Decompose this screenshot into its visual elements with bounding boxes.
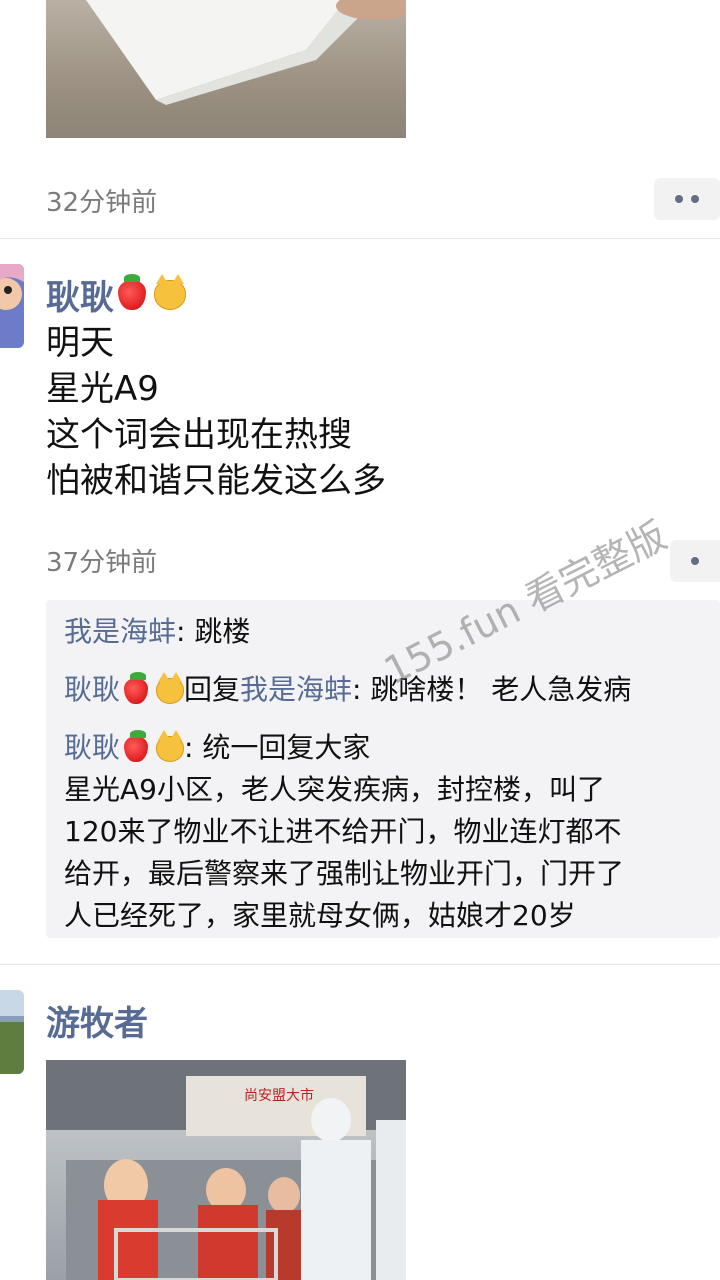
more-button[interactable] — [670, 540, 720, 582]
cat-emoji-icon — [154, 273, 186, 310]
comment-item[interactable]: 耿耿 回复我是海蚌: 跳啥楼！ 老人急发病 — [64, 670, 631, 710]
cat-emoji-icon — [156, 730, 185, 762]
divider — [0, 964, 720, 965]
sign-text: 尚安盟大市 — [244, 1087, 314, 1104]
comment-author[interactable]: 耿耿 — [64, 731, 120, 764]
comment-text: : 跳楼 — [176, 615, 251, 648]
post-image-3[interactable]: 尚安盟大市 — [46, 1060, 406, 1280]
avatar[interactable] — [0, 264, 24, 348]
post-timestamp: 37分钟前 — [46, 548, 158, 578]
post-text-line: 这个词会出现在热搜 — [46, 415, 352, 455]
reply-label: 回复 — [184, 673, 241, 706]
post-timestamp: 32分钟前 — [46, 188, 158, 218]
comment-text-line: 给开，最后警察来了强制让物业开门，门开了 — [64, 857, 625, 890]
more-button[interactable] — [654, 178, 720, 220]
strawberry-emoji-icon — [124, 672, 149, 704]
post-text-line: 星光A9 — [46, 369, 159, 409]
comment-text-line: 星光A9小区，老人突发疾病，封控楼，叫了 — [64, 773, 605, 806]
comment-author[interactable]: 耿耿 — [64, 673, 120, 706]
author-name[interactable]: 耿耿 — [46, 270, 186, 319]
avatar[interactable] — [0, 990, 24, 1074]
author-name[interactable]: 游牧者 — [46, 996, 148, 1045]
cat-emoji-icon — [156, 672, 185, 704]
divider — [0, 238, 720, 239]
post-text-line: 怕被和谐只能发这么多 — [46, 461, 386, 501]
comment-text-line: 120来了物业不让进不给开门，物业连灯都不 — [64, 815, 622, 848]
comment-text-line: 人已经死了，家里就母女俩，姑娘才20岁 — [64, 899, 576, 932]
comment-item[interactable]: 耿耿 : 统一回复大家 — [64, 728, 370, 768]
post-image-1[interactable] — [46, 0, 406, 138]
strawberry-emoji-icon — [118, 273, 146, 310]
post-text-line: 明天 — [46, 323, 114, 363]
comment-item[interactable]: 我是海蚌: 跳楼 — [64, 612, 250, 652]
comment-text: : 统一回复大家 — [184, 731, 371, 764]
more-dots-icon — [675, 195, 683, 203]
strawberry-emoji-icon — [124, 730, 149, 762]
more-dots-icon — [691, 557, 699, 565]
reply-target[interactable]: 我是海蚌 — [240, 673, 352, 706]
comment-author[interactable]: 我是海蚌 — [64, 615, 176, 648]
